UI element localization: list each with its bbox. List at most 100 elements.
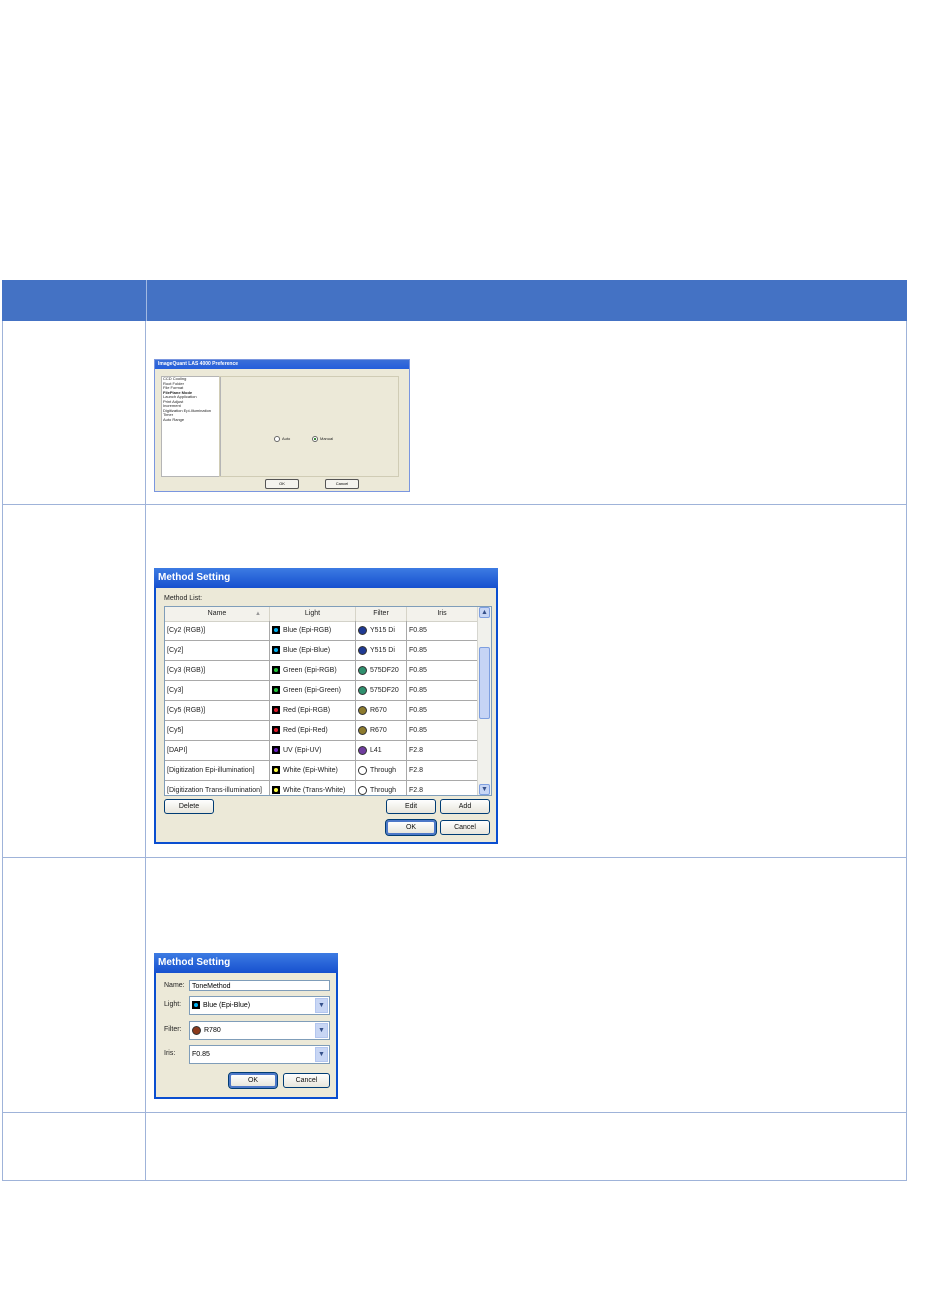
column-divider [145, 1113, 146, 1180]
table-row[interactable]: [Digitization Epi-illumination] White (Ep… [165, 761, 478, 781]
light-swatch-icon [272, 746, 280, 755]
column-divider [145, 858, 146, 1112]
iris-cell: F0.85 [407, 721, 478, 740]
light-select[interactable]: Blue (Epi-Blue) ▼ [189, 996, 330, 1015]
method-edit-dialog: Method Setting Name: ToneMethod Light: B… [154, 953, 338, 1099]
light-dot [274, 708, 278, 713]
column-divider [145, 321, 146, 504]
light-dot [194, 1003, 198, 1008]
filter-swatch-icon [358, 725, 367, 735]
filter-swatch-icon [358, 665, 367, 675]
method-name-cell: [Cy2] [165, 641, 270, 660]
manual-radio-label: Manual [320, 436, 334, 442]
filter-cell-label: Y515 Di [370, 627, 395, 634]
table-row [2, 321, 907, 505]
method-name-cell: [Digitization Epi-illumination] [165, 761, 270, 780]
table-row[interactable]: [Cy3] Green (Epi-Green) 575DF20 F0.85 [165, 681, 478, 701]
filter-cell: R670 [356, 701, 407, 720]
table-row [2, 1113, 907, 1181]
scroll-down-icon[interactable]: ▼ [479, 784, 490, 795]
light-cell: Red (Epi-Red) [270, 721, 356, 740]
iris-select-value: F0.85 [192, 1051, 210, 1058]
light-cell-label: Green (Epi-Green) [283, 687, 341, 694]
light-cell-label: White (Trans-White) [283, 787, 346, 794]
ok-button[interactable]: OK [228, 1072, 278, 1089]
light-dot [274, 768, 278, 773]
method-edit-dialog-title: Method Setting [154, 953, 338, 973]
name-input[interactable]: ToneMethod [189, 980, 330, 991]
filter-cell-label: R670 [370, 707, 387, 714]
iris-cell: F0.85 [407, 621, 478, 640]
cancel-button[interactable]: Cancel [325, 479, 359, 489]
filter-cell: Y515 Di [356, 641, 407, 660]
radio-icon [274, 436, 280, 442]
iris-select[interactable]: F0.85 ▼ [189, 1045, 330, 1064]
light-dot [274, 728, 278, 733]
preference-menu-item[interactable]: Auto Range [162, 417, 220, 423]
ok-button[interactable]: OK [385, 819, 437, 836]
filter-cell-label: 575DF20 [370, 687, 399, 694]
table-row[interactable]: [Cy2 (RGB)] Blue (Epi-RGB) Y515 Di F0.85 [165, 621, 478, 641]
cancel-button[interactable]: Cancel [440, 820, 490, 835]
preference-dialog-title: ImageQuant LAS 4000 Preference [155, 360, 409, 369]
scroll-thumb[interactable] [479, 647, 490, 719]
light-cell: White (Trans-White) [270, 781, 356, 795]
column-header-label: Name [207, 610, 227, 617]
filter-swatch-icon [358, 625, 367, 635]
ok-button[interactable]: OK [265, 479, 299, 489]
light-cell-label: White (Epi-White) [283, 767, 338, 774]
light-dot [274, 648, 278, 653]
edit-button[interactable]: Edit [386, 799, 436, 814]
filter-cell: Y515 Di [356, 621, 407, 640]
preference-panel [219, 376, 399, 477]
method-name-cell: [Cy5 (RGB)] [165, 701, 270, 720]
scroll-up-icon[interactable]: ▲ [479, 607, 490, 618]
filter-select[interactable]: R780 ▼ [189, 1021, 330, 1040]
table-row[interactable]: [Cy5] Red (Epi-Red) R670 F0.85 [165, 721, 478, 741]
light-dot [274, 748, 278, 753]
cancel-button[interactable]: Cancel [283, 1073, 330, 1088]
iris-cell: F2.8 [407, 741, 478, 760]
chevron-down-icon[interactable]: ▼ [315, 998, 328, 1013]
filter-cell-label: 575DF20 [370, 667, 399, 674]
vertical-scrollbar[interactable]: ▲ ▼ [477, 607, 491, 795]
light-swatch-icon [272, 766, 280, 775]
light-cell-label: Blue (Epi-Blue) [283, 647, 331, 654]
table-row[interactable]: [Cy2] Blue (Epi-Blue) Y515 Di F0.85 [165, 641, 478, 661]
iris-cell: F0.85 [407, 641, 478, 660]
chevron-down-icon[interactable]: ▼ [315, 1023, 328, 1038]
light-swatch-icon [272, 786, 280, 795]
add-button[interactable]: Add [440, 799, 490, 814]
light-cell: White (Epi-White) [270, 761, 356, 780]
delete-button[interactable]: Delete [164, 799, 214, 814]
filter-cell-label: Through [370, 787, 397, 794]
light-dot [274, 688, 278, 693]
light-cell: Green (Epi-Green) [270, 681, 356, 700]
light-select-value: Blue (Epi-Blue) [203, 1002, 251, 1009]
iris-label: Iris: [164, 1050, 176, 1057]
column-header-light[interactable]: Light [270, 607, 356, 621]
table-row [2, 858, 907, 1113]
manual-radio[interactable]: Manual [312, 436, 333, 442]
column-header-iris[interactable]: Iris [407, 607, 478, 621]
table-row[interactable]: [Cy3 (RGB)] Green (Epi-RGB) 575DF20 F0.85 [165, 661, 478, 681]
auto-radio[interactable]: Auto [274, 436, 290, 442]
filter-swatch-icon [358, 745, 367, 755]
table-row[interactable]: [Digitization Trans-illumination] White (… [165, 781, 478, 795]
column-header-filter[interactable]: Filter [356, 607, 407, 621]
filter-swatch-icon [358, 685, 367, 695]
column-header-name[interactable]: Name ▲ [165, 607, 270, 621]
method-list-dialog: Method Setting Method List: Name ▲ Light … [154, 568, 498, 844]
column-divider [145, 505, 146, 857]
table-row[interactable]: [Cy5 (RGB)] Red (Epi-RGB) R670 F0.85 [165, 701, 478, 721]
iris-cell: F2.8 [407, 781, 478, 795]
method-list-grid: Name ▲ Light Filter Iris [Cy2 (RGB)] Blue … [164, 606, 492, 796]
light-cell: UV (Epi-UV) [270, 741, 356, 760]
chevron-down-icon[interactable]: ▼ [315, 1047, 328, 1062]
filter-cell: 575DF20 [356, 681, 407, 700]
table-row[interactable]: [DAPI] UV (Epi-UV) L41 F2.8 [165, 741, 478, 761]
method-name-cell: [Cy5] [165, 721, 270, 740]
name-label: Name: [164, 982, 185, 989]
filter-swatch-icon [358, 705, 367, 715]
light-swatch-icon [272, 626, 280, 635]
